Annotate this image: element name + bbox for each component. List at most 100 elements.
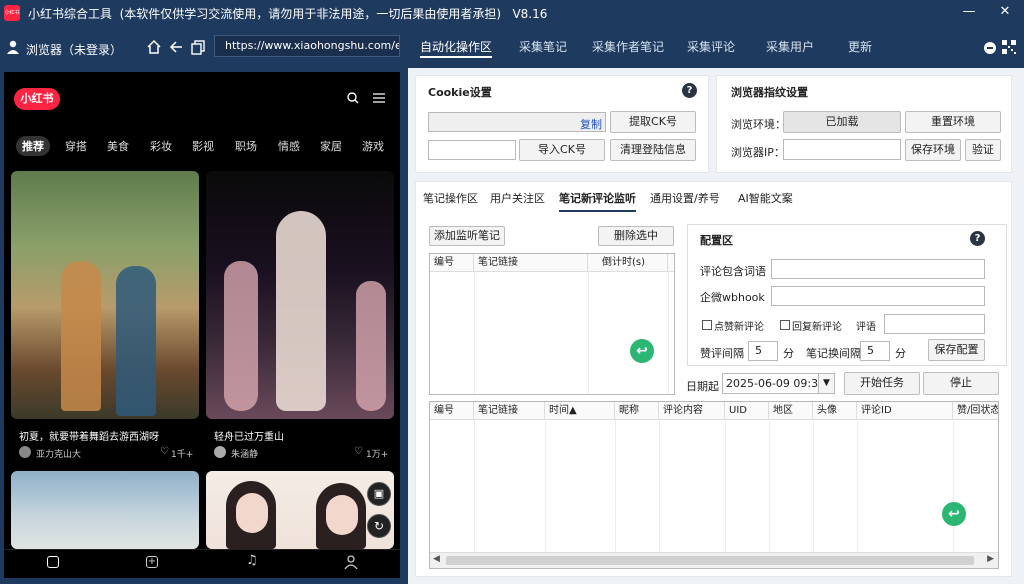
tab-collect-notes[interactable]: 采集笔记: [519, 36, 567, 58]
column-header[interactable]: 笔记链接: [474, 402, 545, 420]
column-header[interactable]: UID: [725, 402, 769, 420]
like-new-checkbox[interactable]: [702, 320, 712, 330]
reply-text-field[interactable]: [884, 314, 985, 334]
monitor-table[interactable]: 编号 笔记链接 倒计时(s) ↩: [429, 253, 675, 395]
back-circle-icon[interactable]: ↩: [942, 502, 966, 526]
verify-button[interactable]: 验证: [965, 139, 1001, 161]
copy-link[interactable]: 复制: [580, 116, 602, 132]
column-header[interactable]: 评论内容: [659, 402, 725, 420]
date-picker[interactable]: 2025-06-09 09:36 ▼: [722, 373, 835, 394]
category-home[interactable]: 家居: [320, 138, 342, 154]
note-interval-field[interactable]: 5: [860, 341, 890, 361]
env-label: 浏览环境：: [731, 118, 786, 131]
publish-icon[interactable]: +: [146, 556, 158, 568]
chevron-down-icon[interactable]: ▼: [818, 374, 834, 393]
tab-automation[interactable]: 自动化操作区: [420, 36, 493, 58]
column-header[interactable]: 赞/回状态: [953, 402, 998, 420]
note-card-image[interactable]: [11, 471, 199, 549]
config-title: 配置区: [700, 234, 733, 247]
column-header[interactable]: 倒计时(s): [598, 254, 668, 272]
xiaohongshu-logo[interactable]: 小红书: [14, 88, 60, 110]
bell-icon[interactable]: ♫: [246, 553, 258, 568]
column-header[interactable]: 地区: [769, 402, 813, 420]
category-career[interactable]: 职场: [235, 138, 257, 154]
help-icon[interactable]: ?: [970, 231, 985, 246]
column-header[interactable]: 昵称: [615, 402, 659, 420]
column-header[interactable]: 编号: [430, 254, 474, 272]
category-food[interactable]: 美食: [107, 138, 129, 154]
heart-icon[interactable]: ♡: [160, 446, 169, 457]
tab-note-operations[interactable]: 笔记操作区: [423, 190, 478, 206]
delete-selected-button[interactable]: 删除选中: [598, 226, 674, 246]
scrollbar-thumb[interactable]: [446, 556, 974, 565]
menu-icon[interactable]: [373, 93, 385, 103]
note-card-image[interactable]: [206, 171, 394, 419]
import-ck-button[interactable]: 导入CK号: [519, 139, 605, 161]
minimize-icon[interactable]: —: [954, 0, 984, 26]
add-monitor-note-button[interactable]: 添加监听笔记: [429, 226, 505, 246]
qr-code-icon[interactable]: [1002, 40, 1016, 54]
home-tab-icon[interactable]: [47, 556, 59, 568]
note-card-title[interactable]: 轻舟已过万重山: [214, 428, 284, 443]
reply-new-checkbox[interactable]: [780, 320, 790, 330]
category-emotion[interactable]: 情感: [278, 138, 300, 154]
help-icon[interactable]: ?: [682, 83, 697, 98]
note-card-image[interactable]: [11, 171, 199, 419]
tab-collect-author-notes[interactable]: 采集作者笔记: [592, 36, 664, 58]
keyword-field[interactable]: [771, 259, 985, 279]
url-bar[interactable]: https://www.xiaohongshu.com/e: [214, 35, 400, 57]
fingerprint-title: 浏览器指纹设置: [731, 86, 808, 99]
cookie-panel: Cookie设置 ? 复制 提取CK号 导入CK号 清理登陆信息: [415, 75, 709, 173]
note-card-title[interactable]: 初夏，就要带着舞蹈去游西湖呀: [19, 428, 159, 443]
category-makeup[interactable]: 彩妆: [150, 138, 172, 154]
tab-update[interactable]: 更新: [848, 36, 872, 58]
image-search-icon[interactable]: ▣: [367, 482, 391, 506]
note-card-author[interactable]: 朱涵静: [231, 447, 258, 460]
save-env-button[interactable]: 保存环境: [905, 139, 961, 161]
save-config-button[interactable]: 保存配置: [928, 339, 985, 361]
close-icon[interactable]: ✕: [990, 0, 1020, 26]
back-arrow-icon[interactable]: [168, 39, 184, 55]
reset-env-button[interactable]: 重置环境: [905, 111, 1001, 133]
extract-ck-button[interactable]: 提取CK号: [610, 111, 696, 133]
tab-new-comment-monitor[interactable]: 笔记新评论监听: [559, 190, 636, 212]
category-recommend[interactable]: 推荐: [16, 136, 50, 156]
tab-ai-copywriting[interactable]: AI智能文案: [738, 190, 793, 206]
tab-user-follow[interactable]: 用户关注区: [490, 190, 545, 206]
results-table[interactable]: 编号 笔记链接 时间▲ 昵称 评论内容 UID 地区 头像 评论ID 赞/回状态…: [429, 401, 999, 569]
note-card-image[interactable]: [206, 471, 394, 549]
category-outfit[interactable]: 穿搭: [65, 138, 87, 154]
back-circle-icon[interactable]: ↩: [630, 339, 654, 363]
search-icon[interactable]: [347, 92, 359, 104]
browser-ip-field[interactable]: [783, 139, 901, 160]
home-icon[interactable]: [146, 39, 162, 55]
ip-label: 浏览器IP：: [731, 146, 785, 159]
heart-icon[interactable]: ♡: [354, 446, 363, 457]
column-header[interactable]: 头像: [813, 402, 857, 420]
scroll-right-icon[interactable]: ▶: [987, 554, 994, 564]
tab-collect-comments[interactable]: 采集评论: [687, 36, 735, 58]
tab-general-settings[interactable]: 通用设置/养号: [650, 190, 720, 206]
refresh-icon[interactable]: ↻: [367, 514, 391, 538]
note-card-author[interactable]: 亚力克山大: [36, 447, 81, 460]
tab-collect-users[interactable]: 采集用户: [766, 36, 814, 58]
minus-circle-icon[interactable]: [984, 42, 996, 54]
import-ck-field[interactable]: [428, 140, 516, 160]
column-header[interactable]: 时间▲: [545, 402, 615, 420]
clear-login-button[interactable]: 清理登陆信息: [610, 139, 696, 161]
bottom-nav: [4, 549, 400, 578]
column-header[interactable]: 笔记链接: [474, 254, 588, 272]
like-interval-field[interactable]: 5: [748, 341, 778, 361]
category-film[interactable]: 影视: [192, 138, 214, 154]
webhook-field[interactable]: [771, 286, 985, 306]
column-header[interactable]: 评论ID: [857, 402, 953, 420]
copy-page-icon[interactable]: [190, 39, 206, 55]
category-games[interactable]: 游戏: [362, 138, 384, 154]
profile-icon[interactable]: [344, 555, 358, 569]
unit-label: 分: [783, 347, 794, 360]
horizontal-scrollbar[interactable]: ◀ ▶: [430, 552, 998, 568]
column-header[interactable]: 编号: [430, 402, 474, 420]
stop-button[interactable]: 停止: [923, 372, 999, 395]
scroll-left-icon[interactable]: ◀: [433, 554, 440, 564]
start-task-button[interactable]: 开始任务: [844, 372, 920, 395]
